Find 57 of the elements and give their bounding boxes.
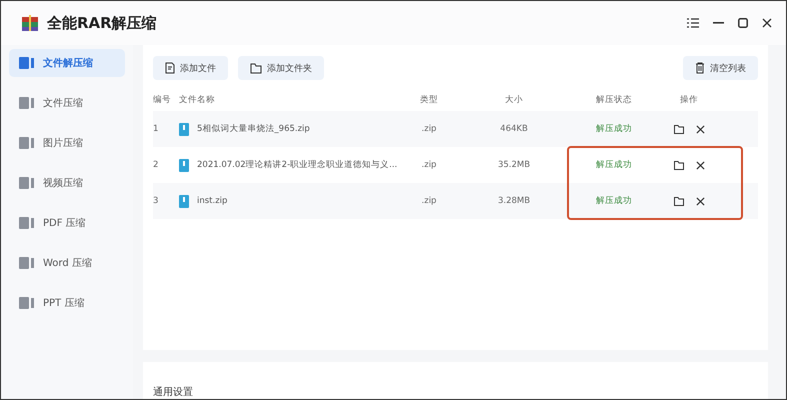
file-size: 464KB <box>499 124 529 134</box>
column-header: 文件名称 <box>179 94 216 106</box>
sidebar-item[interactable]: Word 压缩 <box>9 249 125 277</box>
zip-file-icon <box>179 122 189 136</box>
document-icon <box>19 96 35 110</box>
document-icon <box>19 136 35 150</box>
minimize-icon[interactable] <box>713 22 724 24</box>
file-name: inst.zip <box>197 196 228 206</box>
add-file-button[interactable]: 添加文件 <box>153 56 228 80</box>
window-title: 全能RAR解压缩 <box>47 14 157 32</box>
section-title: 通用设置 <box>153 387 193 398</box>
file-type: .zip <box>420 196 438 206</box>
document-icon <box>19 176 35 190</box>
row-number: 3 <box>153 196 160 206</box>
remove-icon[interactable] <box>696 196 704 206</box>
folder-add-icon <box>250 62 262 74</box>
maximize-icon[interactable] <box>738 18 748 28</box>
column-header: 操作 <box>679 94 699 106</box>
trash-icon <box>695 62 705 74</box>
file-name: 2021.07.02理论精讲2-职业理念职业道德知与义... <box>197 159 398 171</box>
add-folder-button[interactable]: 添加文件夹 <box>238 56 324 80</box>
file-size: 3.28MB <box>496 196 532 206</box>
sidebar-item[interactable]: 文件解压缩 <box>9 49 125 77</box>
file-size: 35.2MB <box>496 160 532 170</box>
remove-icon[interactable] <box>696 124 704 134</box>
row-number: 2 <box>153 160 160 170</box>
zip-file-icon <box>179 194 189 208</box>
close-icon[interactable] <box>762 18 772 28</box>
column-header: 编号 <box>153 94 172 106</box>
file-name: 5相似词大量串烧法_965.zip <box>197 123 310 135</box>
document-icon <box>19 296 35 310</box>
file-type: .zip <box>420 124 438 134</box>
document-icon <box>19 256 35 270</box>
menu-icon[interactable] <box>687 18 699 28</box>
sidebar-item[interactable]: PDF 压缩 <box>9 209 125 237</box>
sidebar-item[interactable]: 图片压缩 <box>9 129 125 157</box>
app-logo-icon <box>21 14 39 32</box>
row-number: 1 <box>153 124 160 134</box>
sidebar-item[interactable]: 视频压缩 <box>9 169 125 197</box>
document-icon <box>19 56 35 70</box>
sidebar-item[interactable]: 文件压缩 <box>9 89 125 117</box>
status-text: 解压成功 <box>595 123 633 135</box>
zip-file-icon <box>179 158 189 172</box>
status-text: 解压成功 <box>595 195 633 207</box>
document-icon <box>19 216 35 230</box>
remove-icon[interactable] <box>696 160 704 170</box>
status-text: 解压成功 <box>595 159 633 171</box>
file-add-icon <box>165 62 175 74</box>
column-header: 大小 <box>504 94 524 106</box>
folder-icon[interactable] <box>674 124 684 134</box>
clear-list-button[interactable]: 清空列表 <box>683 56 758 80</box>
file-type: .zip <box>420 160 438 170</box>
sidebar-item[interactable]: PPT 压缩 <box>9 289 125 317</box>
column-header: 类型 <box>419 94 439 106</box>
column-header: 解压状态 <box>595 94 633 106</box>
folder-icon[interactable] <box>674 196 684 206</box>
folder-icon[interactable] <box>674 160 684 170</box>
